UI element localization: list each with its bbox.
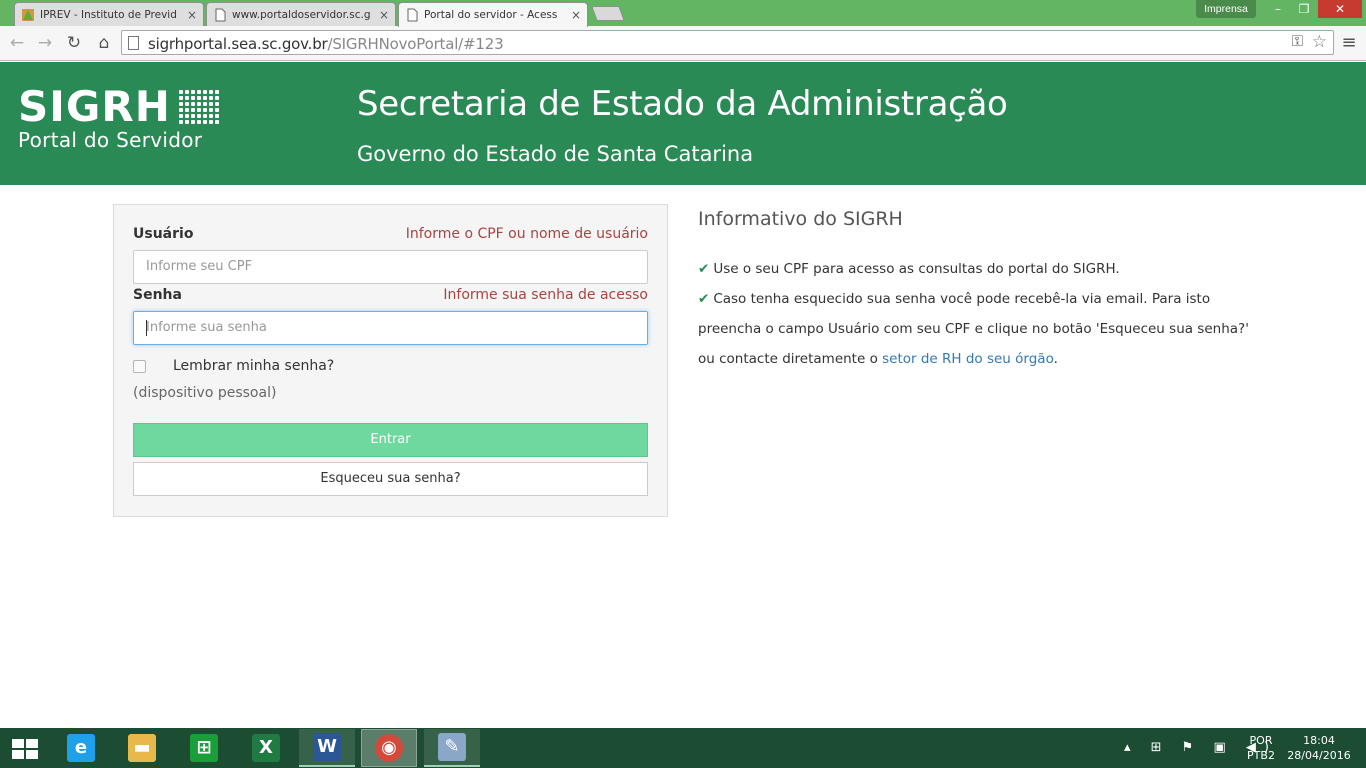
word-icon: W (313, 733, 341, 761)
tab-label: www.portaldoservidor.sc.g (232, 8, 371, 21)
page-title: Secretaria de Estado da Administração (357, 84, 1008, 124)
page-subtitle: Governo do Estado de Santa Catarina (357, 142, 754, 166)
check-icon: ✔ (698, 291, 710, 307)
taskbar-app-ie[interactable]: e (53, 729, 109, 767)
minimize-icon[interactable]: – (1265, 0, 1291, 18)
remember-checkbox[interactable] (133, 360, 146, 373)
taskbar-app-store[interactable]: ⊞ (176, 729, 232, 767)
tab-close-icon[interactable]: × (571, 8, 581, 22)
file-explorer-icon: ▬ (128, 734, 156, 762)
language-top: POR (1249, 734, 1273, 747)
close-window-icon[interactable]: ✕ (1318, 0, 1362, 18)
info-text: . (1053, 351, 1058, 367)
language-bottom: PTB2 (1247, 749, 1275, 762)
info-item: ✔ Use o seu CPF para acesso as consultas … (698, 254, 1258, 284)
forgot-password-button[interactable]: Esqueceu sua senha? (133, 462, 648, 496)
clock-time: 18:04 (1303, 734, 1335, 747)
login-button[interactable]: Entrar (133, 423, 648, 457)
tab-label: IPREV - Instituto de Previd (40, 8, 177, 21)
new-tab-button[interactable] (591, 6, 625, 21)
tab-iprev[interactable]: IPREV - Instituto de Previd × (14, 2, 204, 26)
taskbar-app-excel[interactable]: X (238, 729, 294, 767)
internet-explorer-icon: e (67, 734, 95, 762)
check-icon: ✔ (698, 261, 710, 277)
clock-date: 28/04/2016 (1287, 749, 1351, 762)
taskbar: e ▬ ⊞ X W ◉ ✎ ▴ ⊞ ⚑ ▣ ◀) POR PTB2 18:04 … (0, 728, 1366, 768)
info-item-text: Use o seu CPF para acesso as consultas d… (713, 261, 1120, 277)
taskbar-app-chrome[interactable]: ◉ (361, 729, 417, 767)
home-icon[interactable]: ⌂ (93, 32, 115, 54)
user-label: Usuário (133, 226, 194, 242)
url-host: sigrhportal.sea.sc.gov.br (148, 35, 328, 53)
sigrh-logo[interactable]: SIGRH Portal do Servidor (18, 86, 219, 152)
tab-close-icon[interactable]: × (187, 8, 197, 22)
url-path: /SIGRHNovoPortal/#123 (327, 35, 504, 53)
paint-icon: ✎ (438, 733, 466, 761)
logo-subtitle: Portal do Servidor (18, 128, 203, 152)
page-info-icon[interactable] (128, 36, 139, 50)
password-label: Senha (133, 287, 182, 303)
windows-start-icon[interactable] (12, 739, 38, 759)
site-header: SIGRH Portal do Servidor Secretaria de E… (0, 62, 1366, 185)
back-icon[interactable]: ← (6, 32, 28, 54)
info-item: ✔ Caso tenha esquecido sua senha você pod… (698, 284, 1258, 314)
remember-label[interactable]: Lembrar minha senha? (173, 358, 334, 374)
taskbar-app-explorer[interactable]: ▬ (114, 729, 170, 767)
tab-portaldoservidor[interactable]: www.portaldoservidor.sc.g × (206, 2, 396, 26)
info-item-continuation: preencha o campo Usuário com seu CPF e c… (698, 321, 1249, 337)
user-input[interactable]: Informe seu CPF (133, 250, 648, 284)
excel-icon: X (252, 734, 280, 762)
bookmark-star-icon[interactable]: ☆ (1312, 32, 1327, 52)
info-item-continuation: ou contacte diretamente o setor de RH do… (698, 344, 1258, 374)
device-note: (dispositivo pessoal) (133, 385, 277, 401)
info-item-text: Caso tenha esquecido sua senha você pode… (713, 291, 1211, 307)
login-panel: Usuário Informe o CPF ou nome de usuário… (113, 204, 668, 517)
system-clock[interactable]: 18:04 28/04/2016 (1286, 733, 1352, 768)
profile-badge[interactable]: Imprensa (1196, 0, 1256, 18)
page-favicon-icon (213, 8, 227, 22)
browser-menu-icon[interactable]: ≡ (1340, 33, 1358, 53)
info-title: Informativo do SIGRH (698, 208, 903, 230)
address-bar[interactable]: sigrhportal.sea.sc.gov.br/SIGRHNovoPorta… (121, 30, 1334, 55)
key-icon[interactable]: ⚿ (1292, 33, 1303, 50)
iprev-favicon-icon (21, 8, 35, 22)
info-list: ✔ Use o seu CPF para acesso as consultas … (698, 254, 1258, 374)
logo-text: SIGRH (18, 82, 171, 131)
maximize-icon[interactable]: ❐ (1291, 0, 1317, 18)
browser-toolbar: ← → ↻ ⌂ sigrhportal.sea.sc.gov.br/SIGRHN… (0, 26, 1366, 61)
input-language[interactable]: POR PTB2 (1246, 733, 1276, 768)
info-text: ou contacte diretamente o (698, 351, 883, 367)
password-input[interactable]: Informe sua senha (133, 311, 648, 345)
user-hint: Informe o CPF ou nome de usuário (405, 226, 648, 242)
password-hint: Informe sua senha de acesso (443, 287, 648, 303)
page-favicon-icon (405, 8, 419, 22)
logo-dots-icon (178, 90, 219, 124)
tab-label: Portal do servidor - Acess (424, 9, 558, 21)
chrome-icon: ◉ (375, 734, 403, 762)
tab-close-icon[interactable]: × (379, 8, 389, 22)
rh-sector-link[interactable]: setor de RH do seu órgão (882, 351, 1053, 367)
tab-portal-acesso[interactable]: Portal do servidor - Acess × (398, 2, 588, 27)
reload-icon[interactable]: ↻ (63, 32, 85, 54)
store-icon: ⊞ (190, 734, 218, 762)
taskbar-app-paint[interactable]: ✎ (424, 729, 480, 767)
address-url[interactable]: sigrhportal.sea.sc.gov.br/SIGRHNovoPorta… (148, 35, 504, 53)
forward-icon[interactable]: → (34, 32, 56, 54)
taskbar-app-word[interactable]: W (299, 729, 355, 767)
browser-tab-strip: IPREV - Instituto de Previd × www.portal… (0, 0, 1366, 27)
